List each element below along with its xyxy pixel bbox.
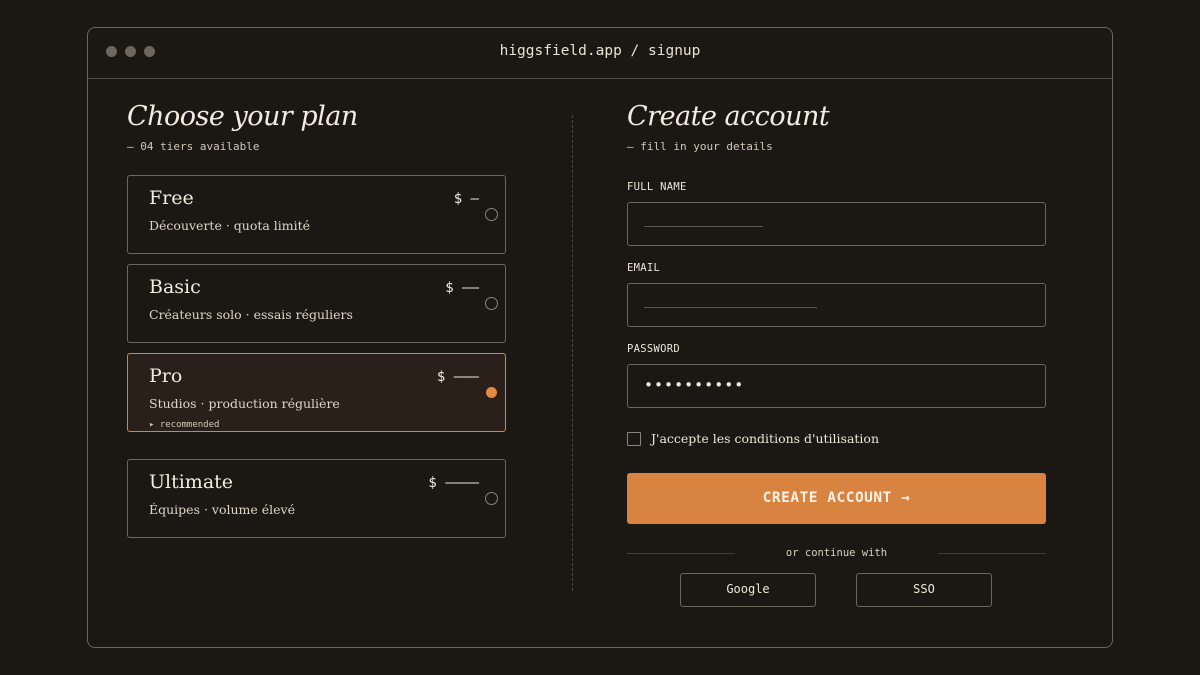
- plans-heading: Choose your plan: [127, 101, 358, 132]
- account-heading: Create account: [627, 101, 830, 132]
- divider-line-left: [627, 553, 735, 554]
- full-name-label: FULL NAME: [627, 181, 687, 193]
- recommended-tag: ▸ recommended: [149, 420, 220, 430]
- plan-card-pro[interactable]: Pro Studios · production régulière $ ———…: [127, 353, 506, 432]
- plan-price: $ ——: [445, 280, 479, 296]
- plan-radio-selected[interactable]: [486, 387, 497, 398]
- plan-description: Studios · production régulière: [149, 396, 340, 411]
- plan-card-ultimate[interactable]: Ultimate Équipes · volume élevé $ ————: [127, 459, 506, 538]
- create-account-button[interactable]: CREATE ACCOUNT →: [627, 473, 1046, 524]
- plans-subheading: — 04 tiers available: [127, 140, 260, 153]
- address-url: higgsfield.app / signup: [499, 43, 701, 59]
- plan-card-free[interactable]: Free Découverte · quota limité $ —: [127, 175, 506, 254]
- password-field[interactable]: ••••••••••: [627, 364, 1046, 408]
- email-label: EMAIL: [627, 262, 661, 274]
- plan-name: Free: [149, 187, 194, 209]
- plan-description: Équipes · volume élevé: [149, 502, 296, 517]
- email-field[interactable]: [627, 283, 1046, 327]
- input-placeholder-line: [644, 226, 763, 227]
- plan-radio[interactable]: [485, 492, 498, 505]
- account-subheading: — fill in your details: [627, 140, 773, 153]
- plan-price: $ ————: [428, 475, 479, 491]
- plan-price: $ ———: [436, 369, 479, 385]
- plan-description: Créateurs solo · essais réguliers: [149, 307, 353, 322]
- plan-description: Découverte · quota limité: [149, 218, 311, 233]
- plan-name: Ultimate: [149, 471, 234, 493]
- plan-radio[interactable]: [485, 297, 498, 310]
- password-value: ••••••••••: [644, 376, 745, 394]
- plan-name: Pro: [149, 365, 183, 387]
- plan-name: Basic: [149, 276, 201, 298]
- full-name-field[interactable]: [627, 202, 1046, 246]
- google-login-button[interactable]: Google: [680, 573, 816, 607]
- plan-radio[interactable]: [485, 208, 498, 221]
- plan-price: $ —: [453, 191, 479, 207]
- terms-label[interactable]: J'accepte les conditions d'utilisation: [651, 431, 879, 446]
- input-placeholder-line: [644, 307, 817, 308]
- title-bar: higgsfield.app / signup: [88, 28, 1112, 79]
- divider-line-right: [938, 553, 1046, 554]
- password-label: PASSWORD: [627, 343, 680, 355]
- plan-card-basic[interactable]: Basic Créateurs solo · essais réguliers …: [127, 264, 506, 343]
- continue-with-text: or continue with: [785, 547, 888, 559]
- column-divider: [572, 115, 573, 591]
- sso-login-button[interactable]: SSO: [856, 573, 992, 607]
- terms-checkbox[interactable]: [627, 432, 641, 446]
